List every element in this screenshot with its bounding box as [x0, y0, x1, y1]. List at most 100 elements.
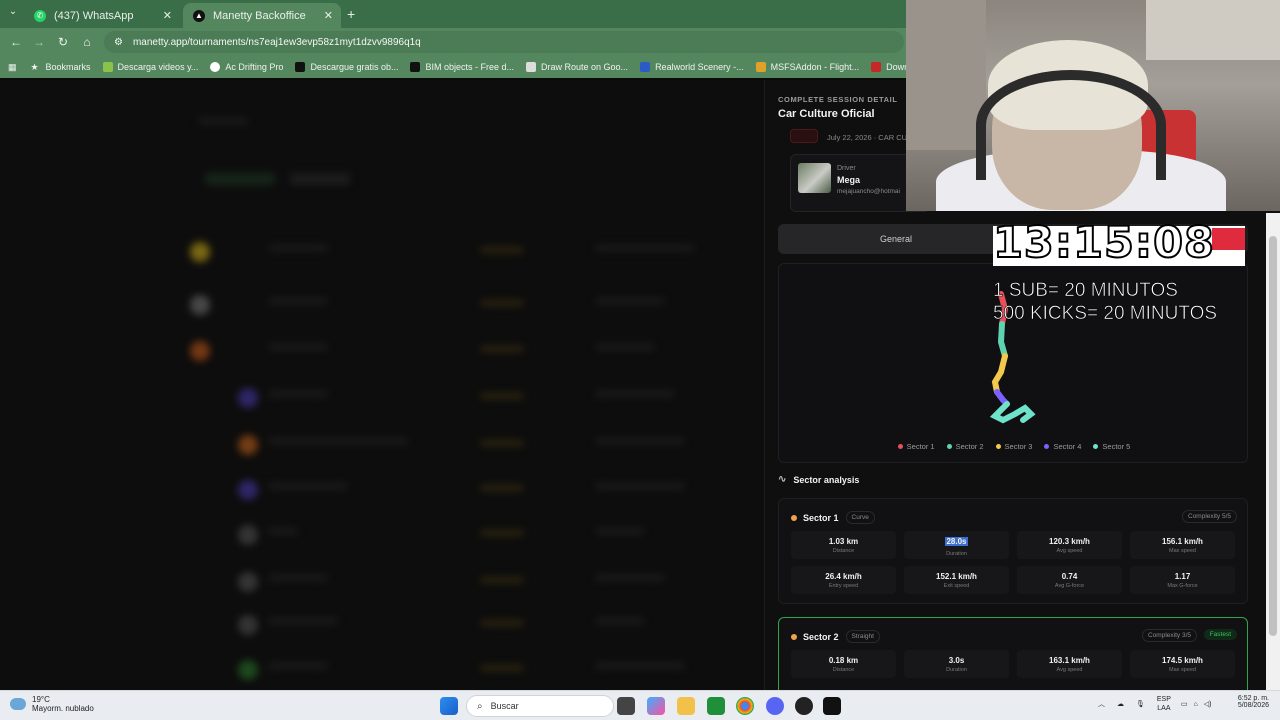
- webcam-overlay: [906, 0, 1280, 211]
- bookmark-item[interactable]: Ac Drifting Pro: [210, 62, 283, 72]
- sector-dot-icon: [791, 633, 797, 640]
- driver-email: mejajuancho@hotmai: [837, 188, 900, 195]
- overlay-kicks-rule: 500 KICKS= 20 MINUTOS: [993, 303, 1218, 325]
- sector-title: Sector 2 Straight: [791, 630, 880, 643]
- fastest-badge: Fastest: [1203, 629, 1237, 640]
- metric-entry-speed: 26.4 km/h Entry speed: [791, 566, 896, 594]
- chrome-icon[interactable]: [736, 697, 754, 715]
- close-tab-icon[interactable]: ✕: [324, 9, 333, 22]
- system-tray: ︿ ☁ 🎙 ESP LAA ▭ ⌂ ◁): [1098, 695, 1212, 712]
- stream-timer: 13:15:08: [992, 217, 1215, 269]
- track-sector-3: [991, 353, 1008, 395]
- metric-distance: 0.18 km Distance: [791, 650, 896, 678]
- android-icon: [102, 62, 113, 72]
- legend-item: Sector 2: [946, 442, 984, 451]
- metric-max-gforce: 1.17 Max G-force: [1130, 566, 1235, 594]
- complexity-badge: Complexity 3/5: [1142, 629, 1197, 642]
- back-icon[interactable]: ←: [8, 34, 24, 50]
- track-sector-2: [997, 321, 1008, 359]
- backoffice-dimmed-content: [0, 80, 764, 690]
- network-icon[interactable]: ⌂: [1194, 701, 1198, 708]
- home-icon[interactable]: ⌂: [79, 34, 95, 50]
- bim-icon: [410, 62, 421, 72]
- new-tab-icon[interactable]: +: [347, 6, 355, 22]
- legend-item: Sector 1: [897, 442, 935, 451]
- discord-icon[interactable]: [766, 697, 784, 715]
- weather-widget[interactable]: 19°C Mayorm. nublado: [10, 695, 94, 713]
- mic-icon[interactable]: 🎙: [1136, 700, 1145, 708]
- bim-icon: [295, 62, 306, 72]
- bookmark-item[interactable]: Draw Route on Goo...: [526, 62, 628, 72]
- event-thumbnail: [790, 129, 818, 143]
- driver-car-image: [798, 163, 831, 193]
- panel-title: Car Culture Oficial: [778, 108, 875, 120]
- map-icon: [526, 62, 537, 72]
- metric-duration: 28.0s Duration: [904, 531, 1009, 559]
- weather-temp: 19°C: [32, 695, 50, 704]
- plane-icon: [755, 62, 766, 72]
- sector-type-badge: Straight: [845, 630, 880, 643]
- volume-icon[interactable]: ◁): [1204, 700, 1212, 708]
- sector-type-badge: Curve: [845, 511, 875, 524]
- metric-max-speed: 156.1 km/h Max speed: [1130, 531, 1235, 559]
- close-tab-icon[interactable]: ✕: [163, 9, 172, 22]
- tab-list-chevron-icon[interactable]: ⌄: [6, 6, 20, 20]
- track-sector-5: [989, 401, 1036, 424]
- metric-avg-gforce: 0.74 Avg G-force: [1017, 566, 1122, 594]
- sector-card: Sector 1 Curve Complexity 5/5 1.03 km Dis…: [778, 498, 1248, 604]
- apps-grid-icon[interactable]: ▦: [8, 62, 17, 73]
- url-text: manetty.app/tournaments/ns7eaj1ew3evp58z…: [132, 36, 421, 48]
- manetty-logo-icon: ▲: [193, 9, 205, 22]
- bookmark-item[interactable]: Realworld Scenery -...: [640, 62, 744, 72]
- reload-icon[interactable]: ↻: [55, 34, 71, 50]
- sector-legend: Sector 1 Sector 2 Sector 3 Sector 4 Sect…: [779, 442, 1249, 451]
- metric-duration: 3.0s Duration: [904, 650, 1009, 678]
- forward-icon[interactable]: →: [31, 34, 47, 50]
- taskbar-search[interactable]: ⌕ Buscar: [466, 695, 614, 717]
- metric-max-speed: 174.5 km/h Max speed: [1130, 650, 1235, 678]
- language-indicator[interactable]: ESP: [1157, 695, 1171, 704]
- bookmark-item[interactable]: Descargue gratis ob...: [295, 62, 398, 72]
- windows-start-icon[interactable]: [440, 697, 458, 715]
- tab-whatsapp[interactable]: ✆ (437) WhatsApp ✕: [24, 3, 180, 28]
- xbox-icon[interactable]: [707, 697, 725, 715]
- car-icon: [871, 62, 882, 72]
- app-icon[interactable]: [795, 697, 813, 715]
- weather-desc: Mayorm. nublado: [32, 704, 94, 713]
- app-icon[interactable]: [823, 697, 841, 715]
- sector-dot-icon: [791, 514, 797, 521]
- cloud-icon: [10, 698, 26, 710]
- task-view-icon[interactable]: [617, 697, 635, 715]
- tab-general[interactable]: General: [778, 224, 1014, 254]
- cloud-sync-icon[interactable]: ☁: [1117, 700, 1124, 708]
- sector-title: Sector 1 Curve: [791, 511, 875, 524]
- monitor-icon[interactable]: ▭: [1181, 700, 1188, 708]
- bookmark-item[interactable]: BIM objects - Free d...: [410, 62, 514, 72]
- legend-item: Sector 4: [1044, 442, 1081, 451]
- os-taskbar: 19°C Mayorm. nublado ⌕ Buscar ︿ ☁ 🎙 ESP …: [0, 690, 1280, 720]
- event-date: July 22, 2026 · CAR CU: [827, 133, 908, 142]
- panel-kicker: COMPLETE SESSION DETAIL: [778, 95, 898, 104]
- metric-avg-speed: 120.3 km/h Avg speed: [1017, 531, 1122, 559]
- blurred-table: [0, 80, 764, 690]
- site-info-icon[interactable]: ⚙: [114, 37, 123, 48]
- address-bar[interactable]: ⚙ manetty.app/tournaments/ns7eaj1ew3evp5…: [104, 31, 904, 53]
- driver-name: Mega: [837, 175, 861, 185]
- bookmark-item[interactable]: ★ Bookmarks: [31, 62, 91, 72]
- system-clock[interactable]: 6:52 p. m. 5/08/2026: [1225, 695, 1269, 709]
- legend-item: Sector 5: [1093, 442, 1130, 451]
- scrollbar-thumb[interactable]: [1269, 236, 1277, 636]
- sector-analysis-heading: ∿ Sector analysis: [778, 474, 860, 485]
- tab-manetty[interactable]: ▲ Manetty Backoffice ✕: [183, 3, 341, 28]
- bookmark-item[interactable]: MSFSAddon - Flight...: [755, 62, 859, 72]
- file-explorer-icon[interactable]: [677, 697, 695, 715]
- sector-card: Sector 2 Straight Complexity 3/5 Fastest…: [778, 617, 1248, 690]
- copilot-icon[interactable]: [647, 697, 665, 715]
- chevron-up-icon[interactable]: ︿: [1098, 699, 1105, 709]
- tab-label: Manetty Backoffice: [213, 9, 306, 22]
- legend-item: Sector 3: [995, 442, 1032, 451]
- metric-distance: 1.03 km Distance: [791, 531, 896, 559]
- realworld-icon: [640, 62, 651, 72]
- bookmark-item[interactable]: Descarga videos y...: [102, 62, 198, 72]
- activity-icon: ∿: [778, 474, 787, 485]
